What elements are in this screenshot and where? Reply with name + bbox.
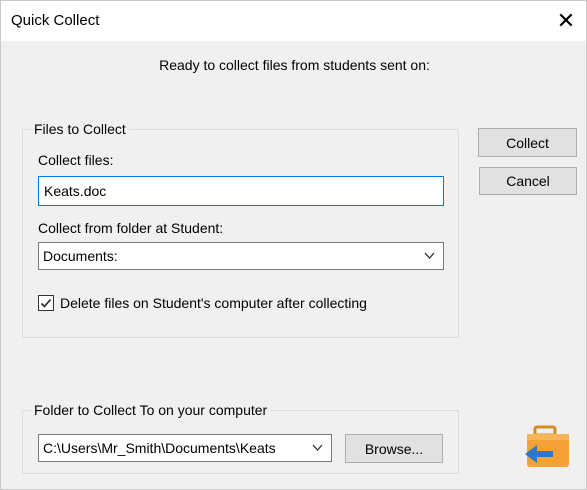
close-button[interactable]: ✕ [546, 1, 586, 41]
chevron-down-icon [312, 444, 323, 451]
delete-files-option[interactable]: Delete files on Student's computer after… [38, 294, 367, 312]
destination-path-value: C:\Users\Mr_Smith\Documents\Keats [43, 440, 276, 456]
close-icon: ✕ [556, 8, 576, 33]
collect-from-label: Collect from folder at Student: [38, 220, 224, 236]
checkmark-icon [40, 298, 52, 308]
collect-files-input[interactable]: Keats.doc [38, 176, 444, 206]
chevron-down-icon [424, 252, 435, 259]
browse-button[interactable]: Browse... [345, 434, 443, 463]
delete-files-checkbox[interactable] [38, 295, 54, 311]
collect-button[interactable]: Collect [478, 128, 577, 157]
destination-folder-legend: Folder to Collect To on your computer [31, 402, 271, 418]
quick-collect-dialog: Quick Collect ✕ Ready to collect files f… [0, 0, 587, 490]
briefcase-collect-icon [525, 425, 569, 467]
ready-message: Ready to collect files from students sen… [159, 57, 430, 73]
collect-from-dropdown[interactable]: Documents: [38, 242, 444, 270]
collect-files-label: Collect files: [38, 152, 114, 168]
collect-from-value: Documents: [43, 248, 118, 264]
cancel-button[interactable]: Cancel [479, 167, 577, 195]
window-title: Quick Collect [11, 12, 100, 29]
destination-path-dropdown[interactable]: C:\Users\Mr_Smith\Documents\Keats [38, 434, 332, 462]
collect-files-value: Keats.doc [44, 183, 107, 199]
title-bar: Quick Collect ✕ [1, 1, 586, 41]
delete-files-label: Delete files on Student's computer after… [60, 295, 367, 311]
files-to-collect-legend: Files to Collect [31, 121, 129, 137]
